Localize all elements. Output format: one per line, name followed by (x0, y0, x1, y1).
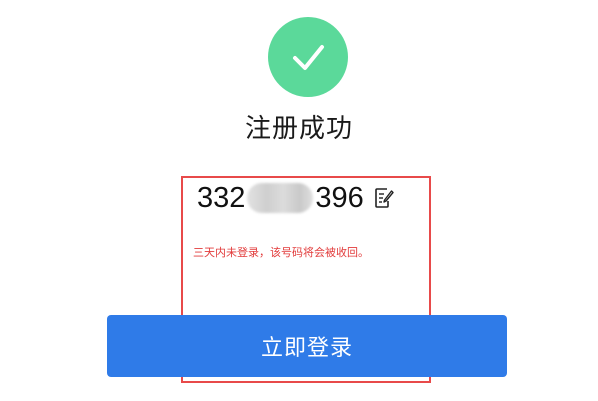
checkmark-icon (293, 45, 324, 70)
login-now-button[interactable]: 立即登录 (107, 315, 507, 377)
account-number: 332 396 (197, 180, 395, 216)
unclaimed-warning-text: 三天内未登录，该号码将会被收回。 (193, 246, 369, 259)
registration-success-page: 注册成功 332 396 三天内未登录，该号码将会被收回。 立即登录 (0, 0, 598, 401)
edit-icon-graphic (374, 188, 394, 208)
account-number-mask (247, 183, 314, 213)
account-number-suffix: 396 (315, 182, 364, 214)
page-title: 注册成功 (244, 114, 353, 144)
edit-icon[interactable] (373, 186, 395, 210)
account-number-prefix: 332 (197, 182, 246, 214)
checkmark-circle-icon (268, 17, 348, 97)
